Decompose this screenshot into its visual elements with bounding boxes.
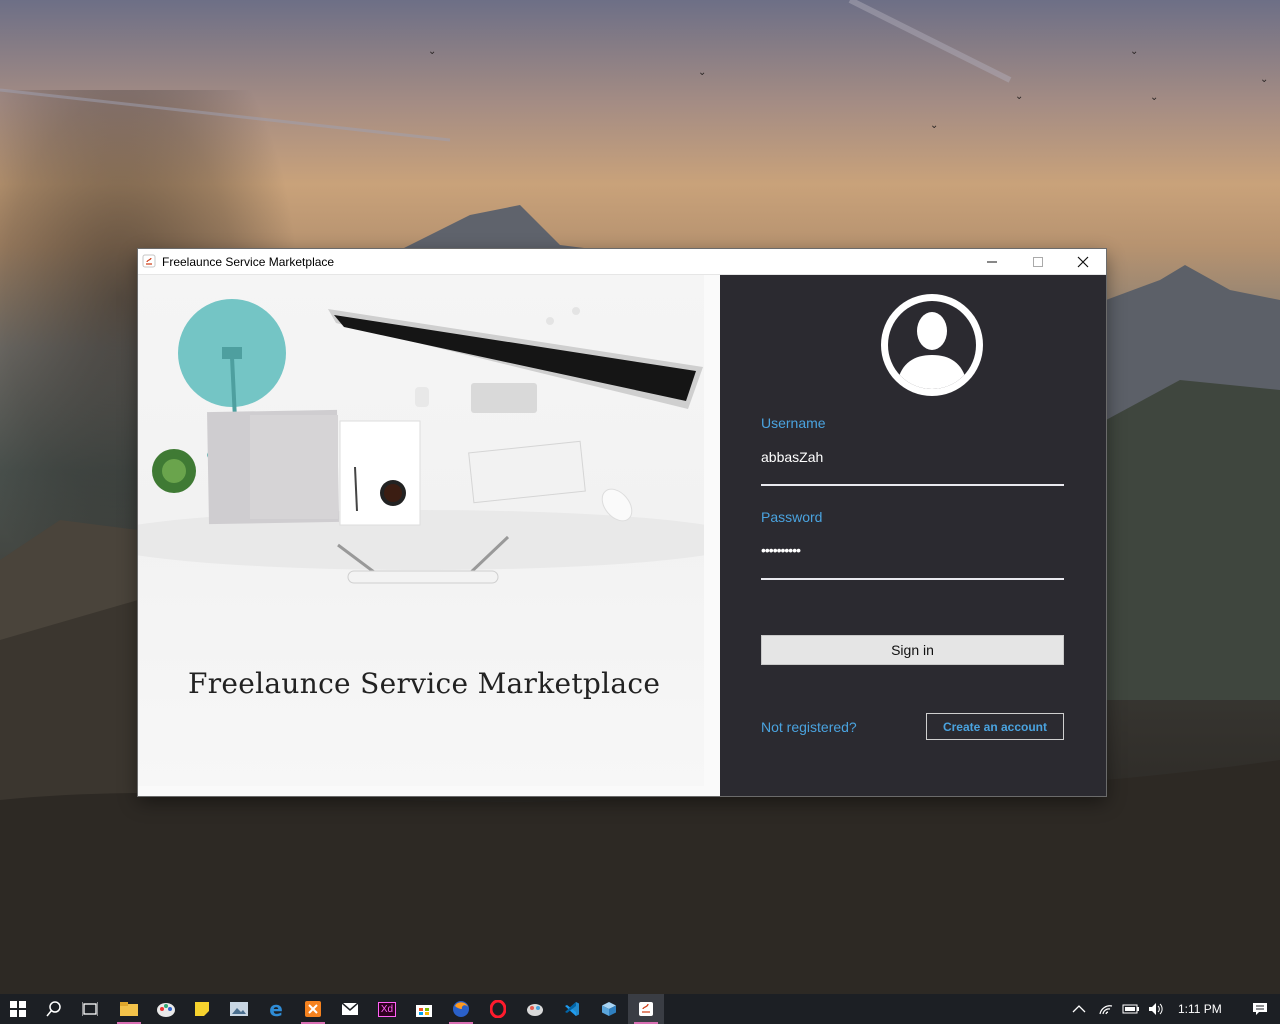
taskbar-edge[interactable]: e xyxy=(258,994,294,1024)
close-icon xyxy=(1077,256,1089,267)
create-account-button[interactable]: Create an account xyxy=(926,713,1064,740)
desk-illustration xyxy=(138,299,704,584)
notification-center-icon[interactable] xyxy=(1252,1002,1268,1016)
close-button[interactable] xyxy=(1060,249,1106,274)
password-field[interactable]: •••••••••• xyxy=(761,542,801,558)
taskbar-vscode[interactable] xyxy=(554,994,590,1024)
volume-icon[interactable] xyxy=(1148,1002,1164,1016)
taskbar-mail[interactable] xyxy=(332,994,368,1024)
bird: ⌄ xyxy=(1130,46,1139,57)
clock[interactable]: 1:11 PM xyxy=(1178,1002,1222,1016)
window-title: Freelaunce Service Marketplace xyxy=(162,255,335,269)
minimize-button[interactable] xyxy=(969,249,1015,274)
title-bar[interactable]: Freelaunce Service Marketplace xyxy=(138,249,1106,275)
system-tray: 1:11 PM xyxy=(1072,994,1268,1024)
bird: ⌄ xyxy=(1150,92,1159,103)
bird: ⌄ xyxy=(1260,74,1269,85)
sticky-notes-icon xyxy=(195,1002,209,1016)
sign-in-button[interactable]: Sign in xyxy=(761,635,1064,665)
adobe-xd-icon: Xd xyxy=(377,1001,397,1017)
username-underline xyxy=(761,484,1064,486)
search-button[interactable] xyxy=(36,994,72,1024)
taskbar-xampp[interactable] xyxy=(295,994,331,1024)
wifi-icon[interactable] xyxy=(1098,1002,1114,1016)
bird: ⌄ xyxy=(1015,91,1024,102)
hero-heading: Freelaunce Service Marketplace xyxy=(188,667,661,700)
taskbar-adobe-xd[interactable]: Xd xyxy=(369,994,405,1024)
password-underline xyxy=(761,578,1064,580)
task-view-icon xyxy=(82,1002,98,1016)
maximize-button[interactable] xyxy=(1015,249,1061,274)
taskbar-paint3d[interactable] xyxy=(517,994,553,1024)
firefox-icon xyxy=(453,1001,469,1017)
taskbar-photos[interactable] xyxy=(221,994,257,1024)
opera-icon xyxy=(490,1000,506,1018)
xampp-icon xyxy=(305,1001,321,1017)
user-avatar-icon xyxy=(881,294,983,396)
taskbar-opera[interactable] xyxy=(480,994,516,1024)
windows-start-icon xyxy=(10,1001,26,1017)
username-field[interactable]: abbasZah xyxy=(761,449,823,465)
taskbar-cube-app[interactable] xyxy=(591,994,627,1024)
hero-image: Freelaunce Service Marketplace xyxy=(138,275,704,786)
mail-icon xyxy=(342,1003,358,1015)
taskbar-sticky-notes[interactable] xyxy=(184,994,220,1024)
paint-icon xyxy=(157,1003,175,1017)
taskbar-paint[interactable] xyxy=(148,994,184,1024)
taskbar: e Xd 1:11 PM xyxy=(0,994,1280,1024)
file-explorer-icon xyxy=(120,1002,138,1016)
minimize-icon xyxy=(987,261,997,262)
edge-icon: e xyxy=(269,997,283,1021)
username-label: Username xyxy=(761,415,826,431)
login-panel: Username abbasZah Password •••••••••• Si… xyxy=(720,275,1106,796)
paint3d-icon xyxy=(527,1004,543,1016)
battery-icon[interactable] xyxy=(1122,1003,1140,1015)
taskbar-file-explorer[interactable] xyxy=(111,994,147,1024)
taskbar-java-app[interactable] xyxy=(628,994,664,1024)
search-icon xyxy=(46,1001,61,1017)
java-app-icon xyxy=(639,1002,653,1016)
taskbar-store[interactable] xyxy=(406,994,442,1024)
start-button[interactable] xyxy=(0,994,36,1024)
photos-icon xyxy=(230,1002,248,1016)
task-view-button[interactable] xyxy=(72,994,108,1024)
taskbar-firefox[interactable] xyxy=(443,994,479,1024)
not-registered-label: Not registered? xyxy=(761,719,857,735)
password-label: Password xyxy=(761,509,823,525)
bird: ⌄ xyxy=(428,46,437,57)
maximize-icon xyxy=(1033,256,1043,267)
store-icon xyxy=(416,1005,432,1017)
vscode-icon xyxy=(565,1002,579,1016)
cube-icon xyxy=(602,1002,616,1016)
chevron-up-icon[interactable] xyxy=(1072,1004,1086,1014)
app-window: Freelaunce Service Marketplace Freelaunc… xyxy=(138,249,1106,796)
bird: ⌄ xyxy=(930,120,939,131)
hero-panel: Freelaunce Service Marketplace xyxy=(138,275,720,796)
java-app-icon xyxy=(142,254,156,268)
bird: ⌄ xyxy=(698,67,707,78)
